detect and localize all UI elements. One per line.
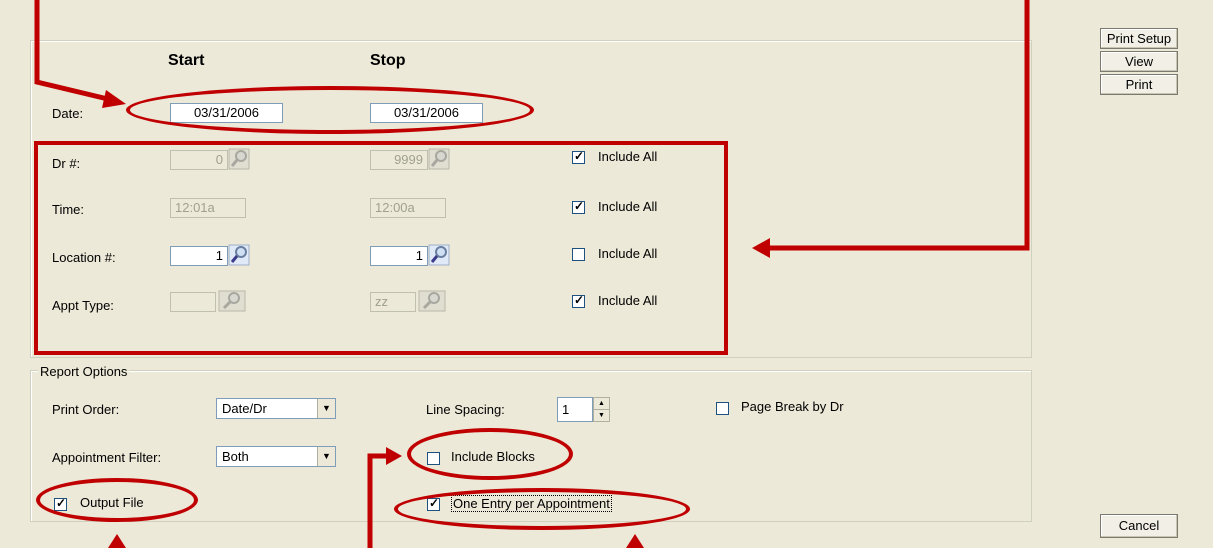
- annotation-arrows: [34, 0, 1030, 548]
